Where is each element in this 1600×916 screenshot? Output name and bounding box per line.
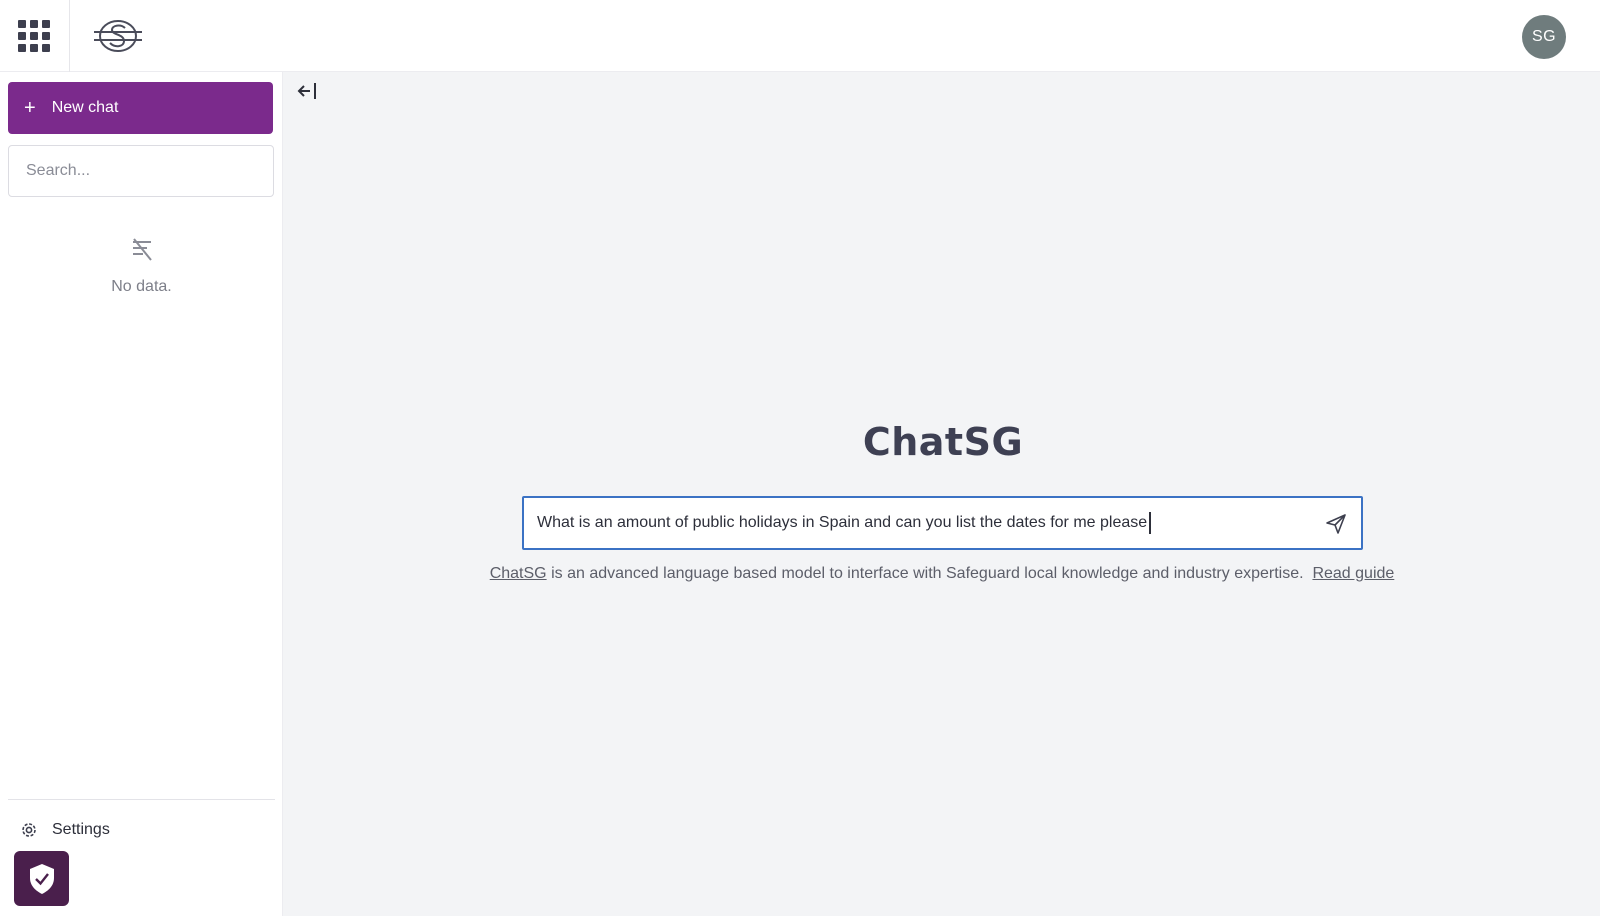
settings-label: Settings xyxy=(52,821,110,838)
top-bar: SG xyxy=(0,0,1600,72)
page-title: ChatSG xyxy=(862,420,1024,464)
shield-button[interactable] xyxy=(14,851,69,906)
no-data-icon xyxy=(132,238,152,261)
collapse-sidebar-icon xyxy=(297,83,316,99)
settings-link[interactable]: Settings xyxy=(20,816,110,844)
disclaimer: ChatSG is an advanced language based mod… xyxy=(463,565,1421,583)
gear-icon xyxy=(22,823,36,837)
send-icon[interactable] xyxy=(1325,513,1347,535)
disclaimer-text: is an advanced language based model to i… xyxy=(546,565,1304,582)
empty-state-text: No data. xyxy=(111,278,172,295)
prompt-input[interactable]: What is an amount of public holidays in … xyxy=(522,496,1363,550)
search-input[interactable] xyxy=(8,145,274,197)
apps-grid-icon[interactable] xyxy=(16,18,52,54)
safeguard-logo-icon[interactable] xyxy=(94,16,142,56)
chatsg-link[interactable]: ChatSG xyxy=(490,565,547,582)
sidebar: + New chat No data. Settings xyxy=(0,72,283,916)
sidebar-divider xyxy=(8,799,275,800)
shield-check-icon xyxy=(29,863,54,894)
plus-icon: + xyxy=(24,97,36,119)
prompt-text[interactable]: What is an amount of public holidays in … xyxy=(537,514,1147,532)
read-guide-link[interactable]: Read guide xyxy=(1312,565,1394,582)
user-avatar[interactable]: SG xyxy=(1522,15,1566,59)
topbar-divider xyxy=(69,0,70,72)
empty-state: No data. xyxy=(0,236,283,296)
new-chat-button[interactable]: + New chat xyxy=(8,82,273,134)
text-caret xyxy=(1149,512,1152,534)
collapse-sidebar-button[interactable] xyxy=(294,78,322,104)
new-chat-label: New chat xyxy=(51,99,119,116)
